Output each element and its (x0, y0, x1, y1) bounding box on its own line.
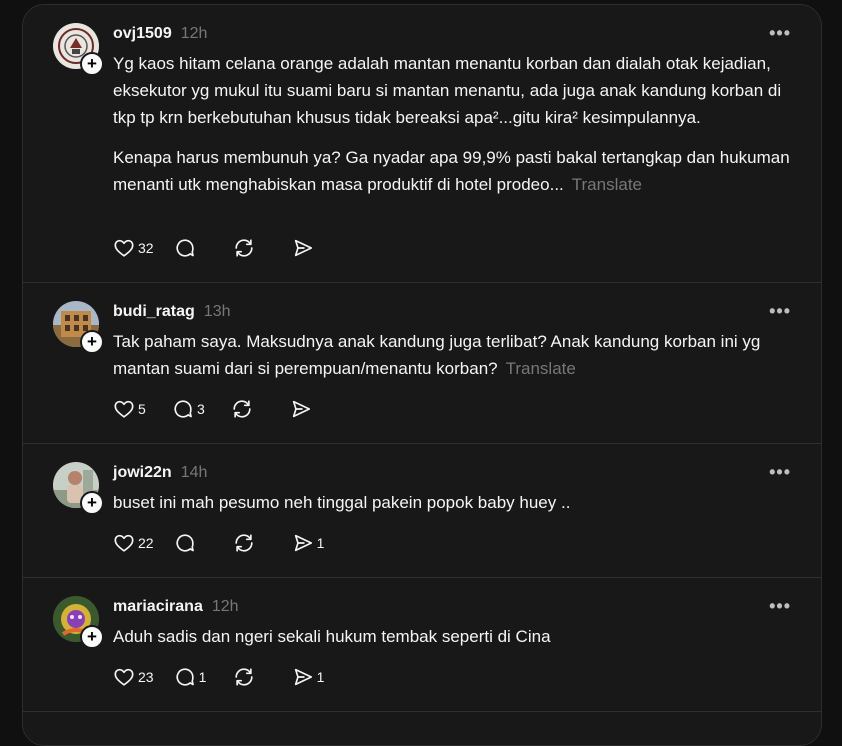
translate-link[interactable]: Translate (506, 359, 576, 378)
reply-button[interactable]: 3 (172, 398, 211, 420)
username[interactable]: budi_ratag (113, 303, 195, 321)
reply-post: + mariacirana 12h ••• Aduh sadis dan nge… (23, 578, 821, 712)
timestamp[interactable]: 12h (212, 598, 239, 616)
heart-icon (113, 532, 135, 554)
share-count: 1 (316, 669, 325, 685)
like-button[interactable]: 23 (113, 666, 154, 688)
post-header: mariacirana 12h (113, 596, 239, 618)
more-icon[interactable]: ••• (769, 23, 791, 44)
reply-count: 1 (198, 669, 207, 685)
action-bar: 32 (113, 237, 351, 259)
post-header: ovj1509 12h (113, 23, 207, 45)
follow-plus-icon[interactable]: + (80, 330, 104, 354)
post-body: Aduh sadis dan ngeri sekali hukum tembak… (113, 623, 791, 650)
timestamp[interactable]: 13h (204, 303, 231, 321)
heart-icon (113, 666, 135, 688)
username[interactable]: jowi22n (113, 464, 172, 482)
reply-post: + jowi22n 14h ••• buset ini mah pesumo n… (23, 444, 821, 578)
username[interactable]: mariacirana (113, 598, 203, 616)
post-header: budi_ratag 13h (113, 301, 231, 323)
share-button[interactable]: 1 (292, 532, 331, 554)
reply-icon (174, 666, 196, 688)
like-button[interactable]: 32 (113, 237, 154, 259)
reply-count: 3 (197, 401, 205, 417)
username[interactable]: ovj1509 (113, 25, 172, 43)
post-text: Aduh sadis dan ngeri sekali hukum tembak… (113, 627, 551, 646)
post-text: Yg kaos hitam celana orange adalah manta… (113, 54, 782, 127)
share-icon (292, 666, 314, 688)
share-icon (292, 237, 314, 259)
share-button[interactable] (292, 237, 331, 259)
share-icon (292, 532, 314, 554)
post-header: jowi22n 14h (113, 462, 207, 484)
reply-post: + ovj1509 12h ••• Yg kaos hitam celana o… (23, 5, 821, 283)
share-icon (290, 398, 312, 420)
repost-button[interactable] (233, 666, 272, 688)
like-count: 32 (138, 240, 154, 256)
reply-icon (172, 398, 194, 420)
like-count: 23 (138, 669, 154, 685)
post-body: Tak paham saya. Maksudnya anak kandung j… (113, 328, 791, 382)
post-body: buset ini mah pesumo neh tinggal pakein … (113, 489, 791, 516)
post-text: buset ini mah pesumo neh tinggal pakein … (113, 493, 571, 512)
repost-button[interactable] (233, 237, 272, 259)
reply-button[interactable] (174, 532, 213, 554)
repost-icon (233, 237, 255, 259)
post-text: Tak paham saya. Maksudnya anak kandung j… (113, 328, 791, 382)
repost-button[interactable] (231, 398, 270, 420)
action-bar: 23 1 1 (113, 666, 351, 688)
action-bar: 5 3 (113, 398, 349, 420)
reply-icon (174, 237, 196, 259)
repost-icon (233, 666, 255, 688)
post-text-line: Kenapa harus membunuh ya? Ga nyadar apa … (113, 148, 790, 194)
translate-link[interactable]: Translate (572, 175, 642, 194)
share-count: 1 (316, 535, 325, 551)
more-icon[interactable]: ••• (769, 301, 791, 322)
like-button[interactable]: 5 (113, 398, 152, 420)
post-body: Yg kaos hitam celana orange adalah manta… (113, 50, 791, 198)
more-icon[interactable]: ••• (769, 462, 791, 483)
reply-post: + budi_ratag 13h ••• Tak paham saya. Mak… (23, 283, 821, 444)
repost-icon (233, 532, 255, 554)
follow-plus-icon[interactable]: + (80, 625, 104, 649)
follow-plus-icon[interactable]: + (80, 491, 104, 515)
more-icon[interactable]: ••• (769, 596, 791, 617)
reply-button[interactable] (174, 237, 213, 259)
share-button[interactable] (290, 398, 329, 420)
heart-icon (113, 398, 135, 420)
repost-button[interactable] (233, 532, 272, 554)
post-text: Kenapa harus membunuh ya? Ga nyadar apa … (113, 144, 791, 198)
reply-icon (174, 532, 196, 554)
action-bar: 22 1 (113, 532, 351, 554)
repost-icon (231, 398, 253, 420)
like-count: 5 (138, 401, 146, 417)
share-button[interactable]: 1 (292, 666, 331, 688)
timestamp[interactable]: 14h (181, 464, 208, 482)
heart-icon (113, 237, 135, 259)
thread-replies-panel[interactable]: + ovj1509 12h ••• Yg kaos hitam celana o… (22, 4, 822, 746)
follow-plus-icon[interactable]: + (80, 52, 104, 76)
like-count: 22 (138, 535, 154, 551)
reply-button[interactable]: 1 (174, 666, 213, 688)
post-text-line: Tak paham saya. Maksudnya anak kandung j… (113, 332, 761, 378)
like-button[interactable]: 22 (113, 532, 154, 554)
timestamp[interactable]: 12h (181, 25, 208, 43)
